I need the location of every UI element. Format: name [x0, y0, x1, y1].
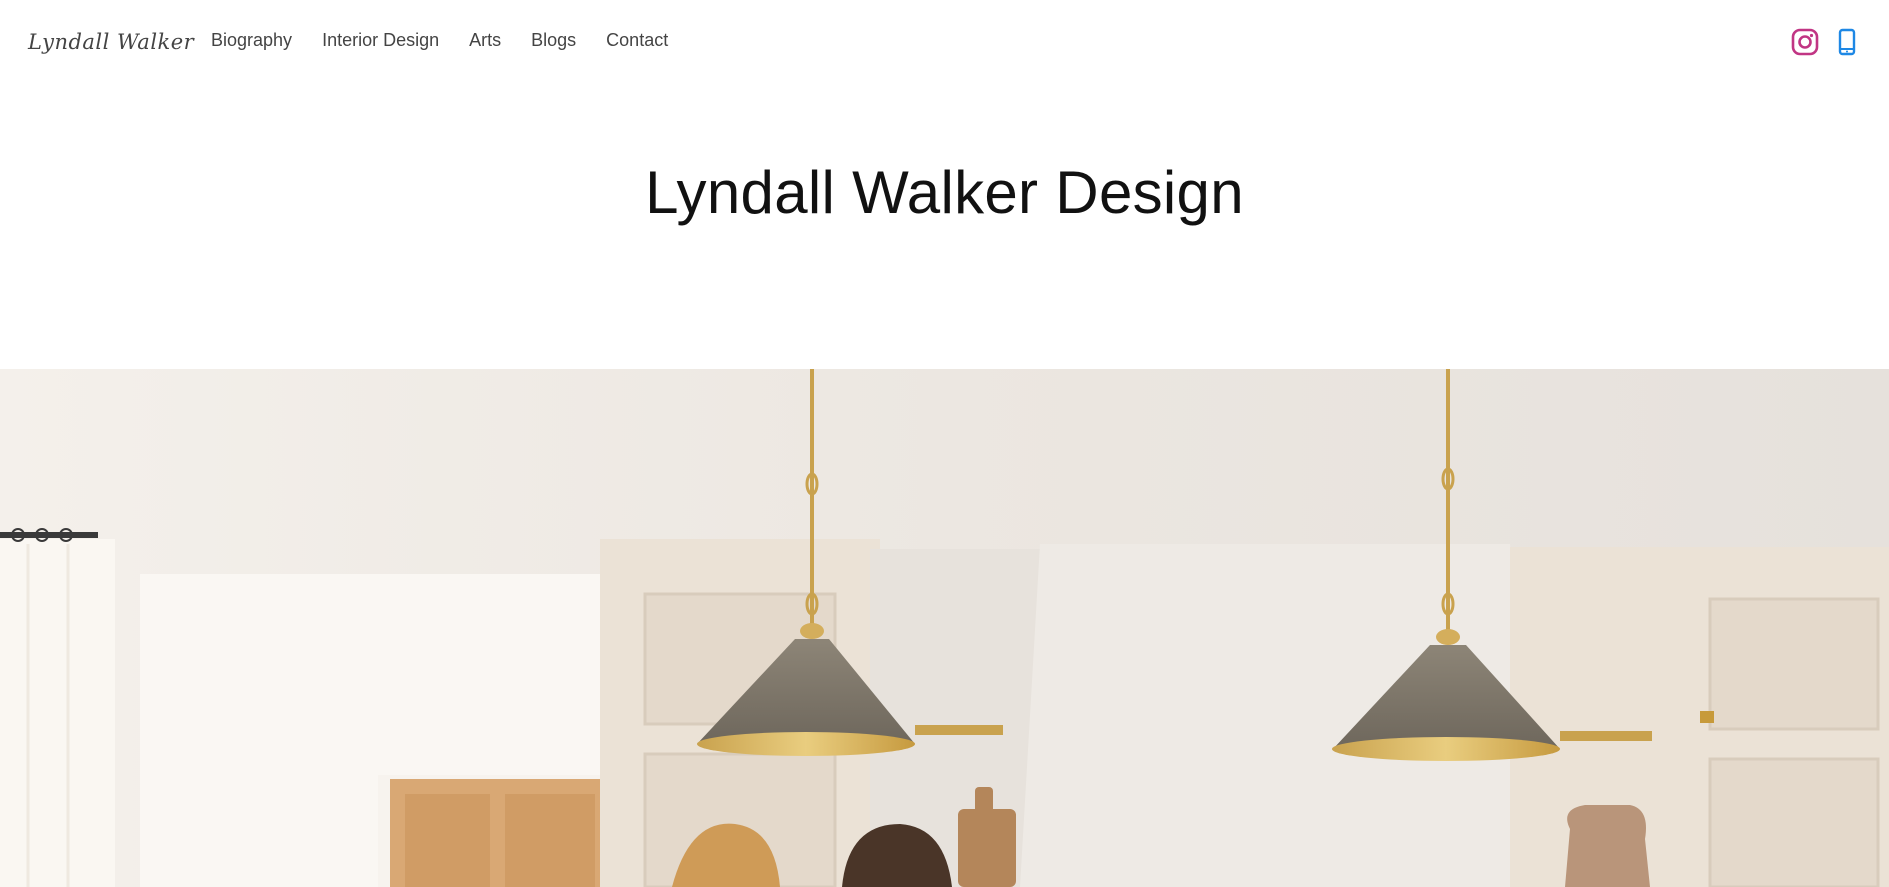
phone-icon[interactable] — [1833, 28, 1861, 56]
nav-biography[interactable]: Biography — [211, 30, 292, 51]
instagram-icon[interactable] — [1791, 28, 1819, 56]
nav-interior-design[interactable]: Interior Design — [322, 30, 439, 51]
social-links — [1791, 28, 1861, 56]
site-logo[interactable]: Lyndall Walker — [28, 30, 194, 54]
page-title: Lyndall Walker Design — [645, 159, 1244, 226]
nav-blogs[interactable]: Blogs — [531, 30, 576, 51]
kitchen-photo — [0, 369, 1889, 887]
nav-contact[interactable]: Contact — [606, 30, 668, 51]
site-header: Lyndall Walker Biography Interior Design… — [0, 0, 1889, 84]
hero-image — [0, 369, 1889, 887]
main-nav: Biography Interior Design Arts Blogs Con… — [211, 30, 668, 51]
nav-arts[interactable]: Arts — [469, 30, 501, 51]
